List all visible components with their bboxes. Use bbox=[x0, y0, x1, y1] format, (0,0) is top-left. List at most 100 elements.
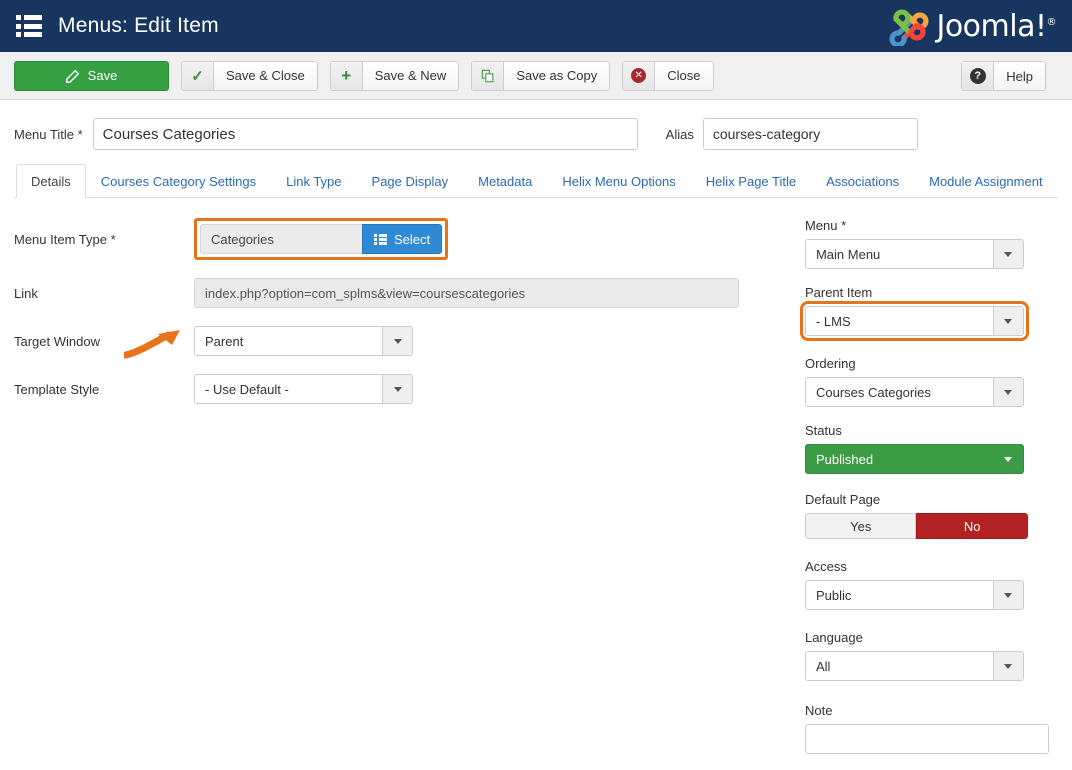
target-window-value: Parent bbox=[205, 333, 244, 349]
parent-item-field: Parent Item - LMS bbox=[799, 285, 1058, 341]
save-as-copy-button[interactable]: Save as Copy bbox=[471, 60, 611, 91]
template-style-label: Template Style bbox=[14, 381, 100, 397]
parent-item-select[interactable]: - LMS bbox=[799, 301, 1029, 341]
parent-item-value: - LMS bbox=[815, 313, 851, 329]
status-value: Published bbox=[815, 451, 874, 467]
access-select[interactable]: Public bbox=[804, 580, 1024, 610]
close-button[interactable]: ✕ Close bbox=[622, 60, 714, 91]
close-icon: ✕ bbox=[623, 61, 656, 90]
tab-courses-category-settings[interactable]: Courses Category Settings bbox=[86, 164, 271, 198]
chevron-down-icon bbox=[992, 652, 1023, 680]
help-button-inner[interactable]: ? Help bbox=[961, 61, 1046, 91]
select-menu-item-type-button[interactable]: Select bbox=[362, 224, 443, 254]
menu-label: Menu * bbox=[804, 218, 847, 233]
link-label: Link bbox=[14, 285, 38, 301]
alias-input[interactable] bbox=[702, 118, 918, 150]
save-as-copy-button-inner[interactable]: Save as Copy bbox=[471, 60, 611, 91]
tab-module-assignment[interactable]: Module Assignment bbox=[914, 164, 1057, 198]
save-button-label: Save bbox=[87, 68, 118, 83]
default-page-no-option[interactable]: No bbox=[916, 513, 1028, 539]
tab-page-display[interactable]: Page Display bbox=[357, 164, 464, 198]
save-close-button-inner[interactable]: ✓ Save & Close bbox=[181, 60, 318, 91]
note-label: Note bbox=[804, 703, 833, 718]
menu-title-input[interactable] bbox=[92, 118, 638, 150]
menu-item-type-combo: Categories Select bbox=[200, 224, 443, 254]
check-icon: ✓ bbox=[182, 61, 214, 90]
chevron-down-icon bbox=[382, 327, 412, 355]
template-style-row: Template Style - Use Default - bbox=[14, 374, 801, 404]
menu-list-icon[interactable] bbox=[16, 15, 42, 37]
menu-item-type-label: Menu Item Type * bbox=[14, 231, 116, 247]
note-input[interactable] bbox=[804, 724, 1049, 754]
template-style-select[interactable]: - Use Default - bbox=[194, 374, 413, 404]
status-label: Status bbox=[804, 423, 842, 438]
sidebar-panel: Menu * Main Menu Parent Item - LMS Order… bbox=[799, 218, 1058, 770]
save-button-group: Save bbox=[14, 60, 169, 91]
parent-item-label: Parent Item bbox=[804, 285, 873, 300]
menu-item-type-highlight: Categories Select bbox=[194, 218, 449, 260]
menu-title-label: Menu Title * bbox=[14, 126, 83, 142]
ordering-value: Courses Categories bbox=[815, 384, 931, 400]
chevron-down-icon bbox=[992, 378, 1023, 406]
menu-field: Menu * Main Menu bbox=[804, 218, 1058, 269]
access-value: Public bbox=[815, 587, 852, 603]
menu-item-type-row: Menu Item Type * Categories Select bbox=[14, 218, 801, 260]
tab-metadata[interactable]: Metadata bbox=[463, 164, 547, 198]
ordering-field: Ordering Courses Categories bbox=[804, 356, 1058, 407]
save-close-label: Save & Close bbox=[226, 68, 305, 83]
content-area: Menu Title * Alias Details Courses Categ… bbox=[0, 100, 1072, 770]
tab-helix-page-title[interactable]: Helix Page Title bbox=[691, 164, 811, 198]
target-window-select[interactable]: Parent bbox=[194, 326, 413, 356]
close-button-inner[interactable]: ✕ Close bbox=[622, 60, 714, 91]
default-page-field: Default Page Yes No bbox=[804, 492, 1058, 539]
access-field: Access Public bbox=[804, 559, 1058, 610]
status-select[interactable]: Published bbox=[804, 444, 1024, 474]
language-label: Language bbox=[804, 630, 863, 645]
language-select[interactable]: All bbox=[804, 651, 1024, 681]
close-label: Close bbox=[667, 68, 701, 83]
help-button[interactable]: ? Help bbox=[961, 61, 1046, 91]
menu-item-type-value: Categories bbox=[200, 224, 362, 254]
help-button-group: ? Help bbox=[961, 61, 1058, 91]
question-mark-icon: ? bbox=[962, 62, 995, 90]
chevron-down-icon bbox=[992, 581, 1023, 609]
app-header: Menus: Edit Item Joomla!® bbox=[0, 0, 1072, 52]
default-page-label: Default Page bbox=[804, 492, 881, 507]
select-button-label: Select bbox=[394, 231, 431, 247]
tab-helix-menu-options[interactable]: Helix Menu Options bbox=[547, 164, 690, 198]
target-window-row: Target Window Parent bbox=[14, 326, 801, 356]
title-alias-row: Menu Title * Alias bbox=[14, 100, 1058, 164]
link-value: index.php?option=com_splms&view=coursesc… bbox=[194, 278, 739, 308]
joomla-swirl-icon bbox=[889, 9, 929, 46]
default-page-toggle: Yes No bbox=[804, 513, 1028, 539]
ordering-label: Ordering bbox=[804, 356, 856, 371]
tab-link-type[interactable]: Link Type bbox=[271, 164, 356, 198]
link-row: Link index.php?option=com_splms&view=cou… bbox=[14, 278, 801, 308]
ordering-select[interactable]: Courses Categories bbox=[804, 377, 1024, 407]
form-body: Menu Item Type * Categories Select Link … bbox=[14, 198, 1058, 770]
list-icon bbox=[374, 233, 387, 245]
save-new-button[interactable]: + Save & New bbox=[329, 60, 460, 91]
chevron-down-icon bbox=[992, 307, 1023, 335]
save-new-button-inner[interactable]: + Save & New bbox=[329, 60, 460, 91]
details-panel: Menu Item Type * Categories Select Link … bbox=[14, 218, 801, 770]
toolbar: Save ✓ Save & Close + Save & New Save as… bbox=[0, 52, 1072, 100]
note-field: Note bbox=[804, 703, 1058, 754]
save-close-button[interactable]: ✓ Save & Close bbox=[181, 60, 318, 91]
tab-associations[interactable]: Associations bbox=[811, 164, 914, 198]
tab-bar: Details Courses Category Settings Link T… bbox=[14, 164, 1058, 198]
menu-select[interactable]: Main Menu bbox=[804, 239, 1024, 269]
pencil-icon bbox=[65, 69, 80, 83]
tab-details[interactable]: Details bbox=[16, 164, 86, 198]
save-new-label: Save & New bbox=[374, 68, 447, 83]
brand-name: Joomla!® bbox=[936, 8, 1057, 44]
help-label: Help bbox=[1006, 68, 1033, 84]
joomla-logo: Joomla!® bbox=[886, 6, 1056, 46]
registered-mark: ® bbox=[1046, 16, 1057, 28]
alias-label: Alias bbox=[665, 126, 694, 142]
default-page-yes-option[interactable]: Yes bbox=[804, 513, 917, 539]
save-button[interactable]: Save bbox=[14, 60, 169, 91]
page-title: Menus: Edit Item bbox=[58, 14, 219, 37]
chevron-down-icon bbox=[382, 375, 412, 403]
menu-value: Main Menu bbox=[815, 246, 881, 262]
